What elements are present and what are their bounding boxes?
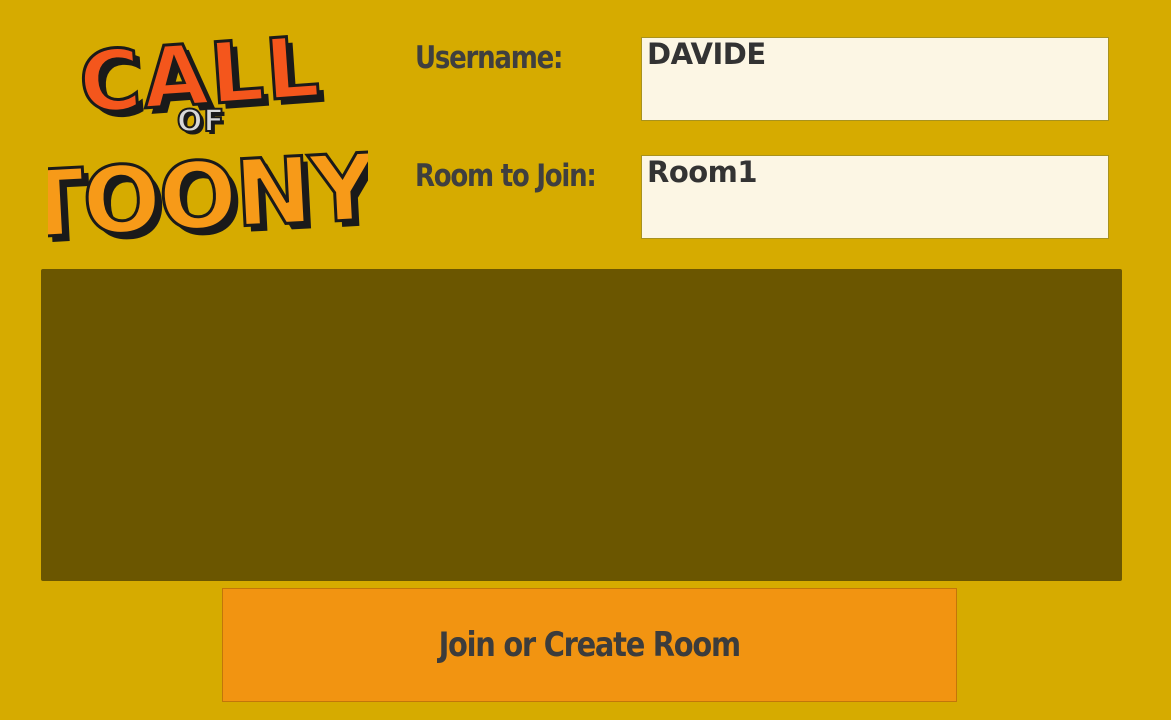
username-label: Username: xyxy=(415,40,563,76)
logo-line2: OF xyxy=(177,104,225,139)
room-input[interactable]: Room1 xyxy=(641,155,1109,239)
room-list-panel xyxy=(41,269,1122,581)
game-logo: CALL CALL OF OF TOONY TOONY xyxy=(48,18,368,258)
username-input[interactable]: DAVIDE xyxy=(641,37,1109,121)
logo-line3: TOONY xyxy=(48,134,368,258)
game-logo-art: CALL CALL OF OF TOONY TOONY xyxy=(48,18,368,258)
join-button-label: Join or Create Room xyxy=(438,625,741,665)
room-value: Room1 xyxy=(647,155,758,189)
username-value: DAVIDE xyxy=(647,37,766,71)
join-or-create-room-button[interactable]: Join or Create Room xyxy=(222,588,957,702)
room-label: Room to Join: xyxy=(415,158,597,194)
